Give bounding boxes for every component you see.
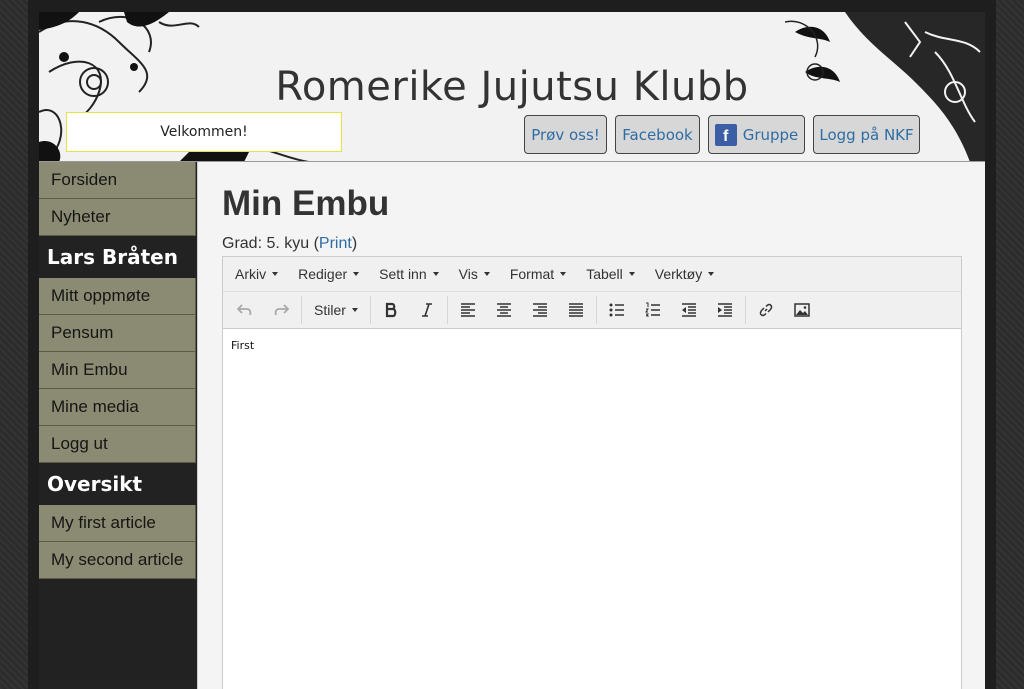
styles-label: Stiler	[314, 302, 346, 318]
outdent-icon[interactable]	[671, 295, 707, 325]
facebook-label: Facebook	[622, 125, 693, 144]
menu-sett-inn[interactable]: Sett inn	[369, 266, 448, 282]
caret-down-icon	[353, 272, 360, 276]
welcome-box: Velkommen!	[66, 112, 342, 152]
facebook-button[interactable]: Facebook	[615, 115, 700, 154]
menu-label: Rediger	[298, 266, 348, 282]
caret-down-icon	[432, 272, 439, 276]
sidebar-item-second-article[interactable]: My second article	[39, 542, 196, 579]
sidebar-item-label: Pensum	[51, 323, 114, 342]
editor-content-area[interactable]: First	[223, 329, 961, 362]
sidebar-item-label: Logg ut	[51, 434, 108, 453]
toolbar-divider	[446, 296, 448, 324]
sidebar-item-first-article[interactable]: My first article	[39, 505, 196, 542]
grade-text: Grad: 5. kyu (	[222, 235, 319, 252]
menu-rediger[interactable]: Rediger	[288, 266, 369, 282]
align-justify-icon[interactable]	[558, 295, 594, 325]
sidebar: Forsiden Nyheter Lars Bråten Mitt oppmøt…	[39, 162, 196, 579]
menu-vis[interactable]: Vis	[449, 266, 500, 282]
menu-label: Format	[509, 266, 555, 282]
toolbar-divider	[744, 296, 746, 324]
sidebar-item-pensum[interactable]: Pensum	[39, 315, 196, 352]
styles-dropdown[interactable]: Stiler	[304, 295, 368, 325]
editor-toolbar: Stiler	[223, 292, 961, 329]
caret-down-icon	[351, 308, 358, 312]
link-icon[interactable]	[748, 295, 784, 325]
caret-down-icon	[708, 272, 715, 276]
rich-text-editor: Arkiv Rediger Sett inn Vis Format Tabell…	[222, 256, 962, 689]
sidebar-item-forsiden[interactable]: Forsiden	[39, 162, 196, 199]
nkf-login-label: Logg på NKF	[819, 125, 914, 144]
facebook-icon: f	[714, 123, 737, 146]
page: Romerike Jujutsu Klubb Velkommen! Prøv o…	[39, 12, 985, 689]
main-content: Min Embu Grad: 5. kyu (Print) Arkiv Redi…	[197, 162, 985, 689]
print-link[interactable]: Print	[319, 235, 352, 252]
toolbar-divider	[595, 296, 597, 324]
nkf-login-button[interactable]: Logg på NKF	[813, 115, 920, 154]
sidebar-item-label: My first article	[51, 513, 156, 532]
bold-icon[interactable]	[373, 295, 409, 325]
sidebar-item-label: Mitt oppmøte	[51, 286, 151, 305]
undo-icon[interactable]	[227, 295, 263, 325]
sidebar-item-label: Forsiden	[51, 170, 118, 189]
editor-menubar: Arkiv Rediger Sett inn Vis Format Tabell…	[223, 257, 961, 292]
bullet-list-icon[interactable]	[599, 295, 635, 325]
menu-label: Verktøy	[654, 266, 703, 282]
menu-label: Vis	[458, 266, 478, 282]
sidebar-item-label: Nyheter	[51, 207, 111, 226]
menu-label: Sett inn	[379, 266, 427, 282]
try-us-button[interactable]: Prøv oss!	[524, 115, 607, 154]
sidebar-item-attendance[interactable]: Mitt oppmøte	[39, 278, 196, 315]
caret-down-icon	[560, 272, 567, 276]
caret-down-icon	[272, 272, 279, 276]
align-center-icon[interactable]	[486, 295, 522, 325]
header: Romerike Jujutsu Klubb Velkommen! Prøv o…	[39, 12, 985, 162]
sidebar-item-media[interactable]: Mine media	[39, 389, 196, 426]
menu-label: Arkiv	[235, 266, 267, 282]
sidebar-heading-overview: Oversikt	[39, 463, 196, 505]
italic-icon[interactable]	[409, 295, 445, 325]
align-right-icon[interactable]	[522, 295, 558, 325]
menu-label: Tabell	[586, 266, 623, 282]
sidebar-item-label: Mine media	[51, 397, 139, 416]
indent-icon[interactable]	[707, 295, 743, 325]
caret-down-icon	[628, 272, 635, 276]
caret-down-icon	[483, 272, 490, 276]
editor-paragraph: First	[231, 339, 255, 352]
sidebar-item-embu[interactable]: Min Embu	[39, 352, 196, 389]
sidebar-item-logout[interactable]: Logg ut	[39, 426, 196, 463]
sidebar-item-nyheter[interactable]: Nyheter	[39, 199, 196, 236]
sidebar-item-label: My second article	[51, 550, 184, 569]
sidebar-item-label: Min Embu	[51, 360, 128, 379]
menu-verktoy[interactable]: Verktøy	[645, 266, 724, 282]
menu-tabell[interactable]: Tabell	[576, 266, 645, 282]
image-icon[interactable]	[784, 295, 820, 325]
toolbar-divider	[369, 296, 371, 324]
toolbar-divider	[301, 296, 302, 324]
try-us-label: Prøv oss!	[531, 125, 600, 144]
menu-format[interactable]: Format	[500, 266, 576, 282]
site-title: Romerike Jujutsu Klubb	[275, 64, 749, 110]
numbered-list-icon[interactable]	[635, 295, 671, 325]
redo-icon[interactable]	[263, 295, 299, 325]
align-left-icon[interactable]	[450, 295, 486, 325]
menu-arkiv[interactable]: Arkiv	[225, 266, 288, 282]
grade-line: Grad: 5. kyu (Print)	[222, 235, 357, 253]
facebook-group-button[interactable]: f Gruppe	[708, 115, 805, 154]
page-title: Min Embu	[222, 184, 390, 223]
grade-suffix: )	[351, 235, 358, 252]
sidebar-heading-user: Lars Bråten	[39, 236, 196, 278]
facebook-group-label: Gruppe	[742, 125, 799, 144]
